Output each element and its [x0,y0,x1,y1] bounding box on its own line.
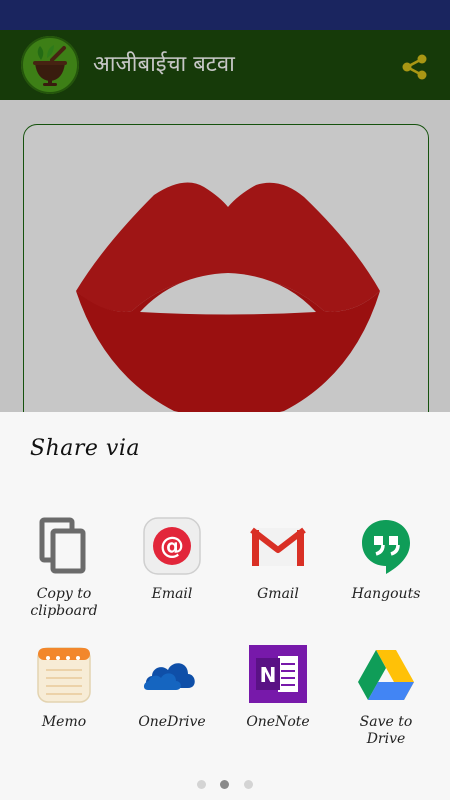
share-item-label: Memo [41,714,87,730]
share-item-copy-to-clipboard[interactable]: Copy to clipboard [8,516,120,626]
share-item-onedrive[interactable]: OneDrive [116,644,228,754]
share-item-onenote[interactable]: N OneNote [222,644,334,754]
share-item-label: clipboard [30,603,98,619]
page-dot[interactable] [197,780,206,789]
share-item-label: Copy to [36,586,92,602]
dim-overlay[interactable] [0,0,450,412]
memo-icon [34,644,94,704]
share-item-label: OneNote [246,714,310,730]
share-item-label: OneDrive [138,714,206,730]
share-item-label: Save to [359,714,413,730]
page-dot-active[interactable] [220,780,229,789]
share-item-label: Gmail [257,586,299,602]
share-item-gmail[interactable]: Gmail [222,516,334,626]
svg-text:@: @ [160,532,184,560]
share-sheet-title: Share via [30,436,140,461]
google-drive-icon [356,644,416,704]
share-item-label: Email [151,586,193,602]
share-item-memo[interactable]: Memo [8,644,120,754]
share-item-label: Drive [366,731,406,747]
email-icon: @ [142,516,202,576]
page-dot[interactable] [244,780,253,789]
copy-icon [34,516,94,576]
share-item-label: Hangouts [351,586,421,602]
share-item-email[interactable]: @ Email [116,516,228,626]
page-indicator [0,776,450,792]
hangouts-icon [356,516,416,576]
share-item-hangouts[interactable]: Hangouts [330,516,442,626]
onenote-icon: N [248,644,308,704]
gmail-icon [248,516,308,576]
svg-text:N: N [260,663,277,687]
share-item-save-to-drive[interactable]: Save to Drive [330,644,442,754]
onedrive-icon [142,644,202,704]
